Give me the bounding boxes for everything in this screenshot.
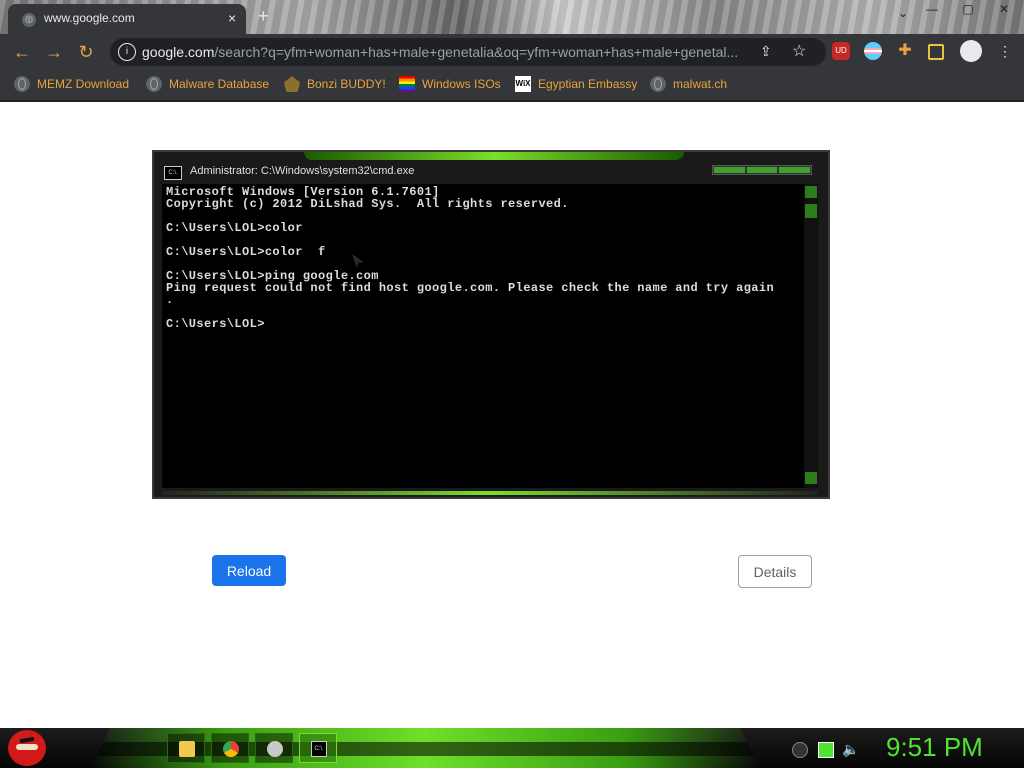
- window-bottom-glow: [162, 491, 818, 495]
- scroll-thumb: [805, 204, 817, 218]
- forward-button[interactable]: →: [42, 40, 66, 64]
- tray-chevron-icon[interactable]: [792, 742, 808, 758]
- rainbow-flag-icon: [399, 76, 415, 92]
- bookmark-memz[interactable]: MEMZ Download: [14, 76, 129, 92]
- toolbar-divider: [0, 100, 1024, 102]
- browser-toolbar: ← → ↻ i google.com/search?q=yfm+woman+ha…: [0, 34, 1024, 70]
- chrome-button[interactable]: [211, 733, 249, 763]
- address-bar[interactable]: i google.com/search?q=yfm+woman+has+male…: [110, 38, 826, 66]
- cmd-window-image: C:\. Administrator: C:\Windows\system32\…: [152, 150, 830, 499]
- cmd-taskbar-button[interactable]: C:\.: [299, 733, 337, 763]
- sidepanel-icon[interactable]: [928, 44, 944, 60]
- console-output: Microsoft Windows [Version 6.1.7601] Cop…: [166, 185, 775, 331]
- url-text[interactable]: google.com/search?q=yfm+woman+has+male+g…: [142, 44, 752, 60]
- url-host: google.com: [142, 44, 215, 60]
- tab-title: www.google.com: [44, 11, 135, 25]
- cmd-console: Microsoft Windows [Version 6.1.7601] Cop…: [162, 184, 804, 488]
- ublock-icon[interactable]: UD: [832, 42, 850, 60]
- cmd-icon: C:\.: [311, 741, 327, 757]
- trans-flag-icon[interactable]: [864, 42, 882, 60]
- window-controls: — ▢ ✕: [920, 0, 1016, 18]
- site-info-icon[interactable]: i: [118, 43, 136, 61]
- new-tab-button[interactable]: +: [258, 6, 269, 27]
- bookmark-star-icon[interactable]: ☆: [792, 41, 806, 61]
- cmd-window-controls: [712, 165, 812, 175]
- browser-tab[interactable]: ◍ www.google.com ×: [8, 4, 246, 34]
- bookmark-label: malwat.ch: [673, 77, 728, 91]
- bookmark-label: Bonzi BUDDY!: [307, 77, 386, 91]
- bookmark-malwatch[interactable]: malwat.ch: [650, 76, 727, 92]
- puzzle-icon[interactable]: ✚: [896, 42, 914, 60]
- close-window-button[interactable]: ✕: [992, 0, 1016, 18]
- bookmark-windows-isos[interactable]: Windows ISOs: [399, 76, 501, 92]
- maximize-button[interactable]: ▢: [956, 0, 980, 18]
- file-explorer-button[interactable]: [167, 733, 205, 763]
- back-button[interactable]: ←: [10, 40, 34, 64]
- tab-search-icon[interactable]: ⌄: [898, 6, 908, 20]
- reload-button[interactable]: Reload: [212, 555, 286, 586]
- url-path: /search?q=yfm+woman+has+male+genetalia&o…: [214, 44, 739, 60]
- wix-icon: WiX: [515, 76, 531, 92]
- cmd-scrollbar: [804, 184, 818, 488]
- taskbar: [0, 728, 1024, 768]
- details-button[interactable]: Details: [738, 555, 812, 588]
- bookmark-label: Egyptian Embassy: [538, 77, 638, 91]
- globe-icon: [650, 76, 666, 92]
- paint-icon: [267, 741, 283, 757]
- browser-tab-strip: ◍ www.google.com × + ⌄ — ▢ ✕: [0, 0, 1024, 34]
- menu-icon[interactable]: ⋮: [996, 42, 1014, 60]
- profile-icon[interactable]: [960, 40, 982, 62]
- battery-icon[interactable]: [818, 742, 834, 758]
- bookmark-label: MEMZ Download: [37, 77, 130, 91]
- cmd-title: Administrator: C:\Windows\system32\cmd.e…: [190, 165, 415, 177]
- cmd-icon: C:\.: [164, 166, 182, 180]
- globe-icon: [14, 76, 30, 92]
- share-icon[interactable]: ⇪: [760, 43, 772, 60]
- close-tab-icon[interactable]: ×: [228, 10, 236, 26]
- globe-icon: [146, 76, 162, 92]
- globe-icon: ◍: [22, 13, 36, 27]
- scroll-up-arrow: [805, 186, 817, 198]
- bookmark-bonzi-buddy[interactable]: Bonzi BUDDY!: [284, 76, 386, 92]
- bookmark-malware-database[interactable]: Malware Database: [146, 76, 269, 92]
- volume-icon[interactable]: 🔈: [842, 742, 859, 756]
- taskbar-clock[interactable]: 9:51 PM: [886, 732, 983, 763]
- bookmark-egyptian-embassy[interactable]: WiX Egyptian Embassy: [515, 76, 637, 92]
- bookmark-label: Malware Database: [169, 77, 270, 91]
- chrome-icon: [223, 741, 239, 757]
- reload-page-button[interactable]: ↻: [74, 40, 98, 64]
- paint-button[interactable]: [255, 733, 293, 763]
- minimize-button[interactable]: —: [920, 0, 944, 18]
- bonzi-icon: [284, 76, 300, 92]
- bookmark-label: Windows ISOs: [422, 77, 501, 91]
- cmd-titlebar: C:\. Administrator: C:\Windows\system32\…: [160, 162, 820, 184]
- window-glow: [304, 152, 684, 160]
- scroll-down-arrow: [805, 472, 817, 484]
- start-button[interactable]: [8, 730, 46, 766]
- bookmarks-bar: MEMZ Download Malware Database Bonzi BUD…: [0, 70, 1024, 100]
- folder-icon: [179, 741, 195, 757]
